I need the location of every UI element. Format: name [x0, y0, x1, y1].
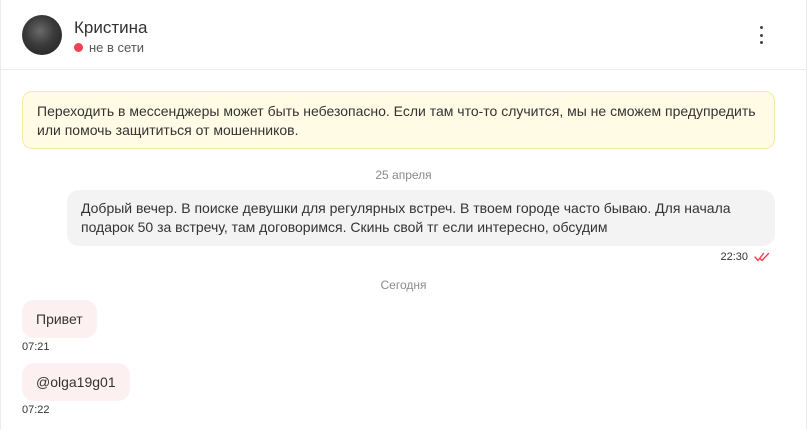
more-options-icon[interactable] — [756, 26, 766, 44]
chat-window: Кристина не в сети Переходить в мессендж… — [0, 0, 807, 430]
double-check-icon — [754, 252, 770, 262]
more-dot — [759, 26, 763, 29]
safety-warning-banner: Переходить в мессенджеры может быть небе… — [22, 91, 775, 149]
incoming-message[interactable]: Привет — [22, 300, 97, 338]
date-divider: Сегодня — [380, 278, 427, 292]
status-text: не в сети — [89, 40, 145, 55]
more-dot — [759, 33, 763, 37]
date-divider: 25 апреля — [375, 168, 432, 182]
status-dot-icon — [74, 43, 83, 52]
message-time: 07:22 — [22, 404, 50, 416]
online-status: не в сети — [74, 40, 144, 55]
chat-header: Кристина не в сети — [1, 0, 806, 70]
message-time: 22:30 — [720, 251, 748, 263]
more-dot — [759, 41, 763, 44]
contact-name[interactable]: Кристина — [74, 18, 147, 38]
message-time: 07:21 — [22, 341, 50, 353]
incoming-message[interactable]: @olga19g01 — [22, 363, 130, 401]
outgoing-message[interactable]: Добрый вечер. В поиске девушки для регул… — [67, 190, 775, 246]
outgoing-message-meta: 22:30 — [720, 251, 770, 263]
avatar[interactable] — [22, 15, 62, 55]
